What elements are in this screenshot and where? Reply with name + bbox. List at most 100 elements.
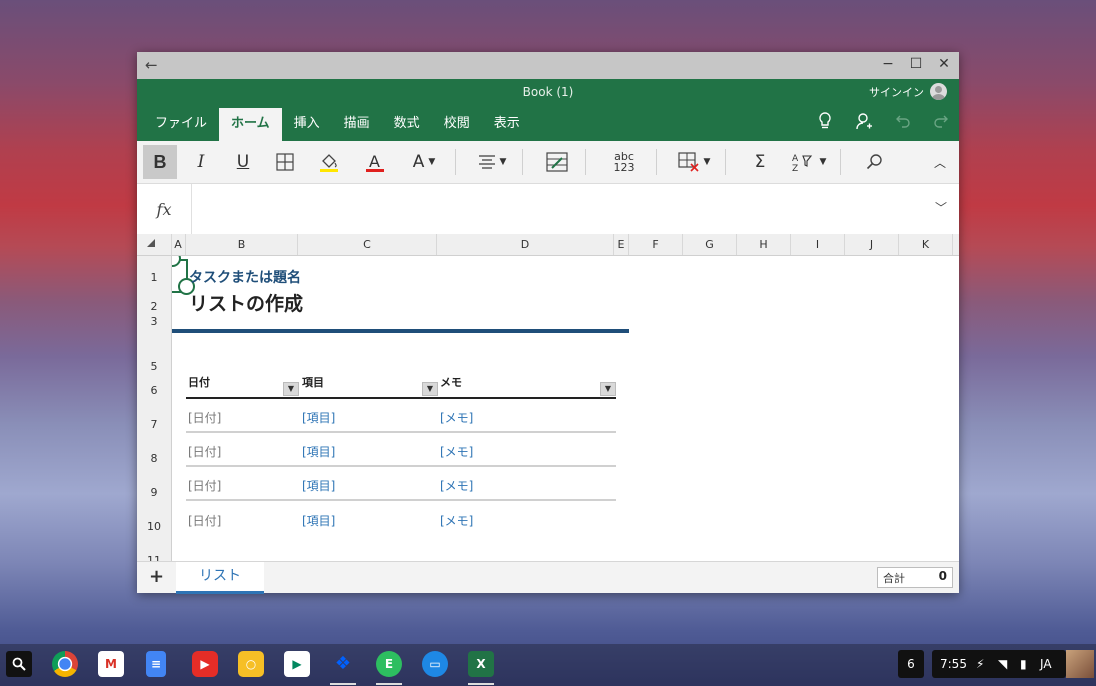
table-header-rule bbox=[186, 397, 616, 399]
undo-icon[interactable] bbox=[895, 112, 911, 134]
back-arrow-icon[interactable]: ← bbox=[145, 56, 158, 74]
row-header-10[interactable]: 10 bbox=[137, 520, 171, 533]
sum-status[interactable]: 合計 0 bbox=[877, 567, 953, 588]
column-header-c[interactable]: C bbox=[298, 234, 437, 255]
cell-item[interactable]: [項目] bbox=[302, 512, 335, 529]
row-header-5[interactable]: 5 bbox=[137, 360, 171, 373]
row-header-9[interactable]: 9 bbox=[137, 486, 171, 499]
bold-button[interactable]: B bbox=[143, 145, 177, 179]
excel-app-icon[interactable]: X bbox=[468, 651, 494, 677]
font-color-button[interactable]: A bbox=[355, 145, 395, 179]
tab-formulas[interactable]: 数式 bbox=[382, 108, 432, 141]
wrap-text-icon bbox=[546, 152, 568, 172]
cell-item[interactable]: [項目] bbox=[302, 477, 335, 494]
tab-file[interactable]: ファイル bbox=[143, 108, 219, 141]
filter-dropdown-icon[interactable]: ▼ bbox=[422, 382, 438, 396]
tab-draw[interactable]: 描画 bbox=[332, 108, 382, 141]
row-header-3[interactable]: 3 bbox=[137, 315, 171, 328]
row-header-6[interactable]: 6 bbox=[137, 384, 171, 397]
cell-memo[interactable]: [メモ] bbox=[440, 409, 473, 426]
find-button[interactable] bbox=[855, 145, 895, 179]
cell-memo[interactable]: [メモ] bbox=[440, 512, 473, 529]
tab-view[interactable]: 表示 bbox=[482, 108, 532, 141]
tab-review[interactable]: 校閲 bbox=[432, 108, 482, 141]
chrome-app-icon[interactable] bbox=[52, 651, 78, 677]
column-header-e[interactable]: E bbox=[614, 234, 629, 255]
collapse-ribbon-button[interactable]: ︿ bbox=[925, 145, 955, 179]
table-row-rule bbox=[186, 431, 616, 433]
borders-button[interactable] bbox=[267, 145, 303, 179]
column-header-k[interactable]: K bbox=[899, 234, 953, 255]
column-header-h[interactable]: H bbox=[737, 234, 791, 255]
row-header-1[interactable]: 1 bbox=[137, 271, 171, 284]
cell-memo[interactable]: [メモ] bbox=[440, 443, 473, 460]
sheet-grid[interactable]: タスクまたは題名 リストの作成 日付 ▼ 項目 ▼ メモ ▼ [日付] [項目]… bbox=[172, 256, 959, 562]
gmail-app-icon[interactable]: M bbox=[98, 651, 124, 677]
sheet-subtitle[interactable]: タスクまたは題名 bbox=[189, 267, 301, 287]
share-person-icon[interactable] bbox=[855, 112, 873, 134]
add-sheet-button[interactable]: + bbox=[149, 566, 164, 587]
dropbox-app-icon[interactable]: ❖ bbox=[330, 651, 356, 677]
user-avatar[interactable] bbox=[1066, 650, 1094, 678]
wrap-text-button[interactable] bbox=[537, 145, 577, 179]
filter-dropdown-icon[interactable]: ▼ bbox=[283, 382, 299, 396]
play-store-app-icon[interactable]: ▶ bbox=[284, 651, 310, 677]
keep-app-icon[interactable]: ○ bbox=[238, 651, 264, 677]
column-header-b[interactable]: B bbox=[186, 234, 298, 255]
tab-insert[interactable]: 挿入 bbox=[282, 108, 332, 141]
sheet-tab-list[interactable]: リスト bbox=[176, 562, 264, 594]
cell-memo[interactable]: [メモ] bbox=[440, 477, 473, 494]
sort-filter-button[interactable]: A Z ▼ bbox=[786, 145, 832, 179]
minimize-icon[interactable]: − bbox=[881, 56, 895, 72]
autosum-button[interactable]: Σ bbox=[740, 145, 780, 179]
row-header-2[interactable]: 2 bbox=[137, 300, 171, 313]
close-icon[interactable]: ✕ bbox=[937, 56, 951, 72]
filter-dropdown-icon[interactable]: ▼ bbox=[600, 382, 616, 396]
sheet-title[interactable]: リストの作成 bbox=[189, 289, 303, 316]
column-header-d[interactable]: D bbox=[437, 234, 614, 255]
select-all-corner[interactable] bbox=[137, 234, 172, 255]
files-app-icon[interactable]: ▭ bbox=[422, 651, 448, 677]
underline-button[interactable]: U bbox=[225, 145, 261, 179]
excel-window: ← − ☐ ✕ Book (1) サインイン ファイル ホーム 挿入 描画 数式… bbox=[137, 52, 959, 594]
column-header-j[interactable]: J bbox=[845, 234, 899, 255]
chevron-down-icon[interactable]: ﹀ bbox=[935, 199, 947, 216]
italic-button[interactable]: I bbox=[183, 145, 219, 179]
cell-item[interactable]: [項目] bbox=[302, 409, 335, 426]
font-size-button[interactable]: A ▼ bbox=[401, 145, 447, 179]
table-header-date[interactable]: 日付 bbox=[188, 374, 210, 390]
cell-date[interactable]: [日付] bbox=[188, 477, 221, 494]
row-header-8[interactable]: 8 bbox=[137, 452, 171, 465]
table-header-item[interactable]: 項目 bbox=[302, 374, 324, 390]
insert-delete-cells-button[interactable]: ▼ bbox=[671, 145, 717, 179]
redo-icon[interactable] bbox=[933, 112, 949, 134]
youtube-app-icon[interactable]: ▶ bbox=[192, 651, 218, 677]
table-header-memo[interactable]: メモ bbox=[440, 374, 462, 390]
fill-color-button[interactable] bbox=[309, 145, 349, 179]
fx-icon[interactable]: fx bbox=[137, 184, 192, 234]
cell-date[interactable]: [日付] bbox=[188, 512, 221, 529]
docs-app-icon[interactable]: ≡ bbox=[146, 651, 166, 677]
toolbar-divider bbox=[585, 149, 586, 175]
maximize-icon[interactable]: ☐ bbox=[909, 56, 923, 72]
launcher-search-icon[interactable] bbox=[6, 651, 32, 677]
battery-icon: ▮ bbox=[1020, 657, 1027, 671]
cell-date[interactable]: [日付] bbox=[188, 409, 221, 426]
signin-button[interactable]: サインイン bbox=[869, 83, 947, 100]
row-header-7[interactable]: 7 bbox=[137, 418, 171, 431]
system-tray[interactable]: 7:55 ⚡ ◥ ▮ JA bbox=[932, 650, 1066, 678]
cell-date[interactable]: [日付] bbox=[188, 443, 221, 460]
column-header-i[interactable]: I bbox=[791, 234, 845, 255]
chevron-down-icon: ▼ bbox=[819, 157, 827, 167]
number-format-button[interactable]: abc 123 bbox=[600, 145, 648, 179]
cell-item[interactable]: [項目] bbox=[302, 443, 335, 460]
align-button[interactable]: ▼ bbox=[470, 145, 514, 179]
notification-count[interactable]: 6 bbox=[898, 650, 924, 678]
tab-home[interactable]: ホーム bbox=[219, 108, 282, 141]
evernote-app-icon[interactable]: E bbox=[376, 651, 402, 677]
column-header-f[interactable]: F bbox=[629, 234, 683, 255]
column-header-a[interactable]: A bbox=[171, 234, 186, 255]
window-titlebar: ← − ☐ ✕ bbox=[137, 52, 959, 79]
column-header-g[interactable]: G bbox=[683, 234, 737, 255]
lightbulb-icon[interactable] bbox=[817, 112, 833, 134]
